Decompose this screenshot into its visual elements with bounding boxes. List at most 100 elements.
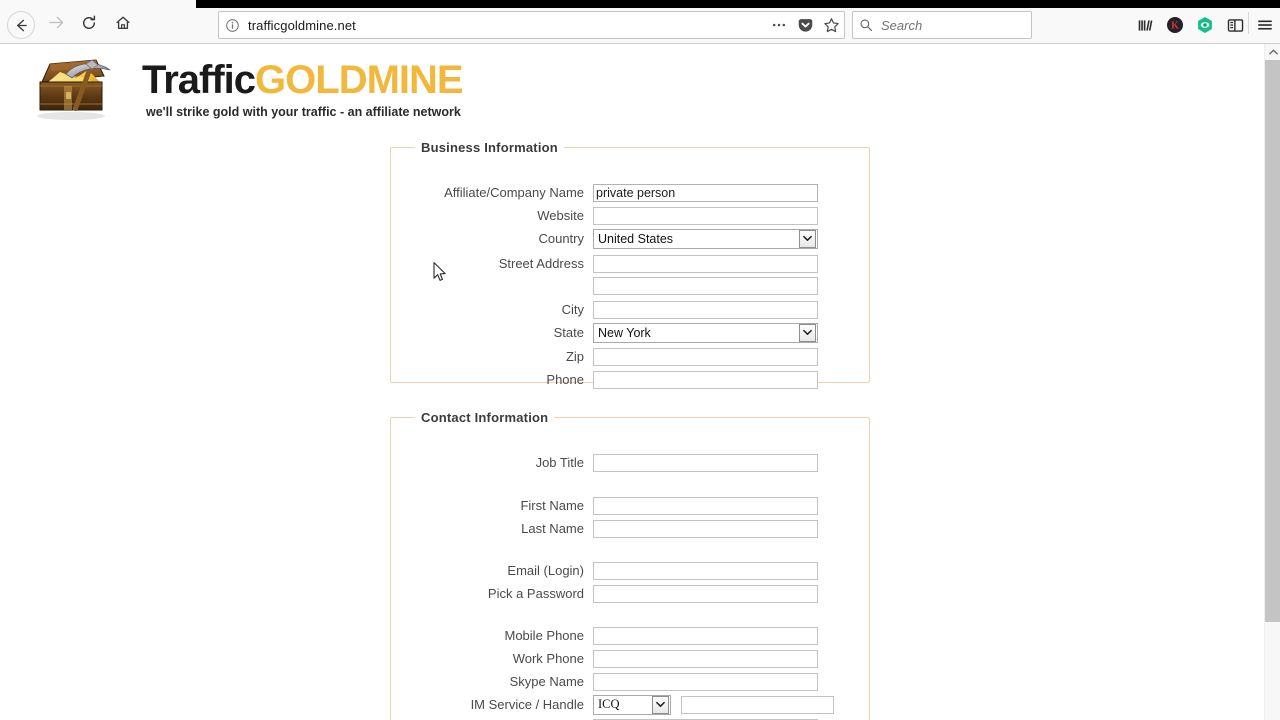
library-icon[interactable] [1130, 10, 1160, 40]
logo-word-goldmine: GOLDMINE [255, 58, 464, 102]
form-row-street-address: Street Address [391, 252, 871, 275]
label-city: City [561, 302, 584, 317]
back-button[interactable] [4, 8, 38, 42]
form-row-affiliate-company-name: Affiliate/Company Name [391, 181, 871, 204]
label-job-title: Job Title [535, 455, 584, 470]
phone-input[interactable] [593, 370, 818, 389]
caret-up-icon[interactable] [1265, 44, 1280, 60]
form-row-notes: Notes [391, 716, 871, 720]
search-bar[interactable]: Search [852, 11, 1032, 39]
home-button[interactable] [106, 8, 140, 42]
state-select-value: New York [598, 325, 651, 340]
street-address-2-input[interactable] [593, 276, 818, 295]
street-address-input[interactable] [593, 254, 818, 273]
affiliate-company-name-input[interactable] [593, 183, 818, 202]
country-select-value: United States [598, 231, 674, 246]
business-information-section: Business Information Affiliate/Company N… [390, 140, 871, 389]
form-row-im-service-handle: IM Service / Handle ICQ [391, 693, 871, 716]
form-row-state: State New York [391, 321, 871, 344]
country-select[interactable]: United States [593, 228, 818, 249]
mobile-phone-input[interactable] [593, 626, 818, 645]
label-pick-a-password: Pick a Password [487, 586, 584, 601]
label-mobile-phone: Mobile Phone [504, 628, 585, 643]
label-last-name: Last Name [521, 521, 584, 536]
label-email-login: Email (Login) [507, 563, 584, 578]
reload-button[interactable] [72, 8, 106, 42]
kaspersky-extension-icon[interactable]: K [1160, 10, 1190, 40]
form-row-city: City [391, 298, 871, 321]
email-login-input[interactable] [593, 561, 818, 580]
website-input[interactable] [593, 206, 818, 225]
search-input[interactable]: Search [879, 18, 922, 33]
home-icon [115, 15, 131, 36]
hamburger-menu-icon[interactable] [1250, 10, 1280, 40]
form-row-email-login: Email (Login) [391, 559, 871, 582]
info-circle-icon[interactable] [219, 12, 245, 38]
forward-icon [48, 15, 63, 35]
zip-input[interactable] [593, 347, 818, 366]
treasure-chest-icon [37, 59, 111, 120]
im-service-select[interactable]: ICQ [593, 694, 671, 715]
state-select[interactable]: New York [593, 322, 818, 343]
url-text: trafficgoldmine.net [248, 17, 356, 33]
job-title-input[interactable] [593, 453, 818, 472]
label-skype-name: Skype Name [509, 674, 584, 689]
im-service-select-value: ICQ [598, 697, 620, 711]
ellipsis-icon[interactable] [766, 12, 792, 38]
form-row-phone: Phone [391, 368, 871, 391]
chevron-down-icon[interactable] [799, 323, 816, 342]
navigation-buttons [4, 8, 140, 42]
im-handle-input[interactable] [681, 695, 834, 714]
label-affiliate-company-name: Affiliate/Company Name [444, 185, 584, 200]
form-row-mobile-phone: Mobile Phone [391, 624, 871, 647]
label-state: State [553, 325, 584, 340]
page-scrollbar[interactable] [1264, 44, 1280, 720]
business-information-legend: Business Information [421, 140, 558, 155]
form-row-country: Country United States [391, 227, 871, 250]
form-row-job-title: Job Title [391, 451, 871, 474]
form-row-website: Website [391, 204, 871, 227]
toolbar-separator [1248, 12, 1249, 34]
form-row-last-name: Last Name [391, 517, 871, 540]
skype-name-input[interactable] [593, 672, 818, 691]
contact-information-section: Contact Information Job Title First Name… [390, 410, 870, 720]
contact-information-legend: Contact Information [421, 410, 549, 425]
form-row-pick-a-password: Pick a Password [391, 582, 871, 605]
logo-wordmark: TrafficGOLDMINE [142, 58, 464, 103]
form-row-street-address-2 [391, 274, 871, 297]
logo-word-traffic: Traffic [142, 58, 256, 102]
back-icon [7, 11, 35, 39]
label-zip: Zip [565, 349, 584, 364]
form-row-zip: Zip [391, 345, 871, 368]
label-im-service-handle: IM Service / Handle [470, 697, 584, 712]
first-name-input[interactable] [593, 496, 818, 515]
label-work-phone: Work Phone [512, 651, 584, 666]
form-row-first-name: First Name [391, 494, 871, 517]
city-input[interactable] [593, 300, 818, 319]
logo-tagline: we'll strike gold with your traffic - an… [146, 105, 461, 119]
form-row-skype-name: Skype Name [391, 670, 871, 693]
titlebar-strip [196, 0, 1280, 8]
browser-chrome: trafficgoldmine.net Search K [0, 0, 1280, 44]
url-bar[interactable]: trafficgoldmine.net [218, 11, 845, 39]
search-icon [853, 12, 879, 38]
toolbar-right-icons: K [1130, 8, 1280, 42]
svg-text:K: K [1171, 21, 1179, 32]
sidebar-icon[interactable] [1220, 10, 1250, 40]
reload-icon [81, 15, 97, 36]
last-name-input[interactable] [593, 519, 818, 538]
page-content: TrafficGOLDMINE we'll strike gold with y… [0, 44, 1264, 720]
label-street-address: Street Address [498, 256, 584, 271]
pocket-icon[interactable] [792, 12, 818, 38]
privacy-eye-extension-icon[interactable] [1190, 10, 1220, 40]
star-icon[interactable] [818, 12, 844, 38]
site-logo[interactable]: TrafficGOLDMINE we'll strike gold with y… [12, 50, 464, 126]
pick-a-password-input[interactable] [593, 584, 818, 603]
chevron-down-icon[interactable] [652, 695, 669, 714]
label-phone: Phone [546, 372, 584, 387]
chevron-down-icon[interactable] [799, 229, 816, 248]
scrollbar-thumb[interactable] [1265, 60, 1280, 622]
forward-button[interactable] [38, 8, 72, 42]
work-phone-input[interactable] [593, 649, 818, 668]
label-website: Website [537, 208, 584, 223]
